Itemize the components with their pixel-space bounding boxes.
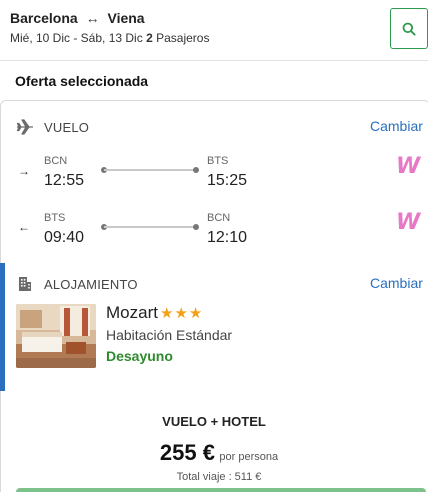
inbound-from-code: BTS [44,212,66,224]
outbound-arrival-time: 15:25 [207,172,248,189]
price-amount: 255 € [159,440,215,465]
package-type-label: VUELO + HOTEL [162,414,266,429]
inbound-arrival-dot [193,224,199,230]
outbound-departure-time: 12:55 [44,172,85,189]
building-icon [19,277,31,291]
search-button[interactable] [390,8,428,49]
airplane-icon [16,119,33,135]
accommodation-section-label: ALOJAMIENTO [44,277,138,292]
passenger-label: Pasajeros [156,31,210,45]
outbound-route-line [104,169,196,171]
continue-button[interactable] [16,488,426,492]
inbound-to-code: BCN [207,212,231,224]
hotel-photo[interactable] [16,304,96,368]
inbound-route-line [104,226,196,228]
airline-logo-icon: W [396,210,420,235]
inbound-direction-icon: ← [18,220,30,234]
price-per-person: 255 € por persona [0,440,428,466]
trip-dates-and-passengers: Mié, 10 Dic - Sáb, 13 Dic 2 Pasajeros [10,31,209,45]
change-flight-link[interactable]: Cambiar [370,118,423,134]
outbound-to-code: BTS [207,155,229,167]
header-divider [0,60,428,61]
trip-total: Total viaje : 511 € [176,471,262,483]
outbound-arrival-dot [193,167,199,173]
airline-logo-icon: W [396,154,420,179]
hotel-room-image [16,304,96,368]
search-icon [402,22,416,36]
hotel-name: Mozart [106,303,158,322]
outbound-direction-icon: → [18,164,30,178]
destination-city: Viena [107,10,145,26]
board-type: Desayuno [106,348,173,364]
route-title: Barcelona ↔ Viena [10,10,145,26]
outbound-from-code: BCN [44,155,68,167]
search-summary-header: Barcelona ↔ Viena Mié, 10 Dic - Sáb, 13 … [0,0,428,60]
hotel-star-rating: ★★★ [160,305,204,322]
flight-section-label: VUELO [44,120,90,135]
section-title: Oferta seleccionada [15,73,149,89]
change-hotel-link[interactable]: Cambiar [370,275,423,291]
selected-section-indicator [0,263,5,391]
origin-city: Barcelona [10,10,78,26]
inbound-departure-time: 09:40 [44,229,85,246]
inbound-arrival-time: 12:10 [207,229,248,246]
price-unit: por persona [219,451,279,463]
passenger-count: 2 [146,31,153,45]
trip-dates: Mié, 10 Dic - Sáb, 13 Dic [10,31,143,45]
room-type: Habitación Estándar [106,327,233,343]
swap-arrows-icon: ↔ [85,10,100,26]
